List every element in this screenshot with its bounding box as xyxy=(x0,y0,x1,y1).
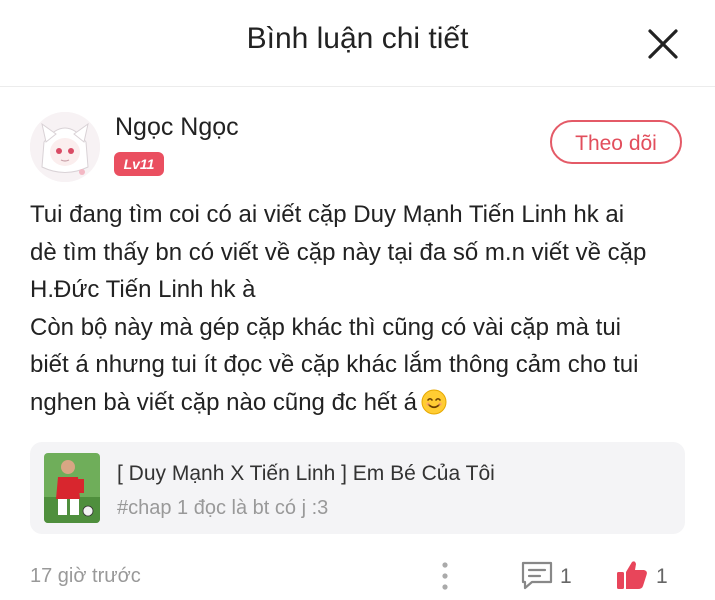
story-title: [ Duy Mạnh X Tiến Linh ] Em Bé Của Tôi xyxy=(117,462,495,485)
reply-count: 1 xyxy=(560,565,572,588)
dialog-title: Bình luận chi tiết xyxy=(246,22,469,55)
level-badge: Lv11 xyxy=(114,152,164,176)
comment-line: Tui đang tìm coi có ai viết cặp Duy Mạnh… xyxy=(30,201,625,228)
reply-comment-icon[interactable] xyxy=(520,559,554,591)
comment-line: H.Đức Tiến Linh hk à xyxy=(30,276,256,303)
thumbs-up-icon[interactable] xyxy=(615,558,649,592)
comment-line: Còn bộ này mà gép cặp khác thì cũng có v… xyxy=(30,313,622,341)
comment-line: dè tìm thấy bn có viết về cặp này tại đa… xyxy=(30,238,647,266)
like-count: 1 xyxy=(656,565,668,588)
close-icon[interactable] xyxy=(645,26,681,62)
comment-line-last: nghen bà viết cặp nào cũng đc hết á xyxy=(30,384,690,422)
comment-line: biết á nhưng tui ít đọc về cặp khác lắm … xyxy=(30,351,639,378)
avatar[interactable] xyxy=(30,112,100,182)
referenced-story-card[interactable]: [ Duy Mạnh X Tiến Linh ] Em Bé Của Tôi #… xyxy=(30,442,685,534)
story-cover-thumbnail xyxy=(44,453,100,523)
comment-author[interactable]: Ngọc Ngọc xyxy=(115,113,239,142)
comment-line: nghen bà viết cặp nào cũng đc hết á xyxy=(30,388,417,416)
comment-text: Tui đang tìm coi có ai viết cặp Duy Mạnh… xyxy=(30,196,690,421)
smiling-face-emoji-icon xyxy=(421,389,447,415)
follow-button[interactable]: Theo dõi xyxy=(550,120,682,164)
comment-timestamp: 17 giờ trước xyxy=(30,565,141,587)
more-options-icon[interactable] xyxy=(438,560,452,592)
dialog-header: Bình luận chi tiết xyxy=(0,0,715,87)
story-chapter-note: #chap 1 đọc là bt có j :3 xyxy=(117,497,329,519)
